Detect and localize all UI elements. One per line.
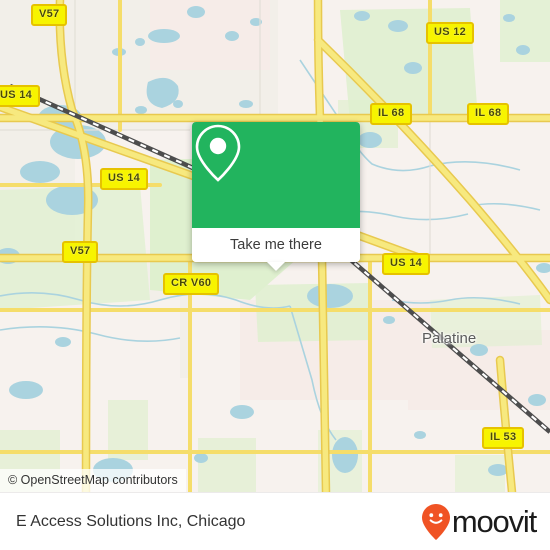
shield-us12[interactable]: US 12 bbox=[426, 22, 475, 44]
place-popup-card[interactable]: Take me there bbox=[192, 122, 360, 271]
take-me-there-label: Take me there bbox=[230, 237, 322, 253]
osm-attribution[interactable]: © OpenStreetMap contributors bbox=[0, 469, 186, 492]
popup-image-area bbox=[192, 122, 360, 228]
map-screen: V57 US 14 US 12 IL 68 IL 68 US 14 V57 CR… bbox=[0, 0, 550, 550]
place-title: E Access Solutions Inc, Chicago bbox=[16, 512, 246, 530]
shield-il68-left[interactable]: IL 68 bbox=[370, 103, 413, 125]
moovit-smiley-pin-icon bbox=[421, 503, 451, 541]
shield-il68-right[interactable]: IL 68 bbox=[467, 103, 510, 125]
popup-pointer-tail bbox=[267, 262, 285, 271]
city-label-palatine: Palatine bbox=[422, 330, 477, 347]
shield-cr-v60[interactable]: CR V60 bbox=[163, 273, 220, 295]
shield-v57-mid[interactable]: V57 bbox=[62, 241, 99, 263]
shield-us14-right[interactable]: US 14 bbox=[382, 253, 431, 275]
shield-il53[interactable]: IL 53 bbox=[482, 427, 525, 449]
popup-action-bar[interactable]: Take me there bbox=[192, 228, 360, 271]
shield-v57-top[interactable]: V57 bbox=[31, 4, 68, 26]
moovit-wordmark: moovit bbox=[451, 504, 537, 539]
shield-us14-mid[interactable]: US 14 bbox=[100, 168, 149, 190]
bottom-info-bar: E Access Solutions Inc, Chicago moovit bbox=[0, 492, 550, 550]
moovit-brand[interactable]: moovit bbox=[421, 503, 537, 541]
map-canvas[interactable]: V57 US 14 US 12 IL 68 IL 68 US 14 V57 CR… bbox=[0, 0, 550, 492]
shield-us14-left[interactable]: US 14 bbox=[0, 85, 41, 107]
